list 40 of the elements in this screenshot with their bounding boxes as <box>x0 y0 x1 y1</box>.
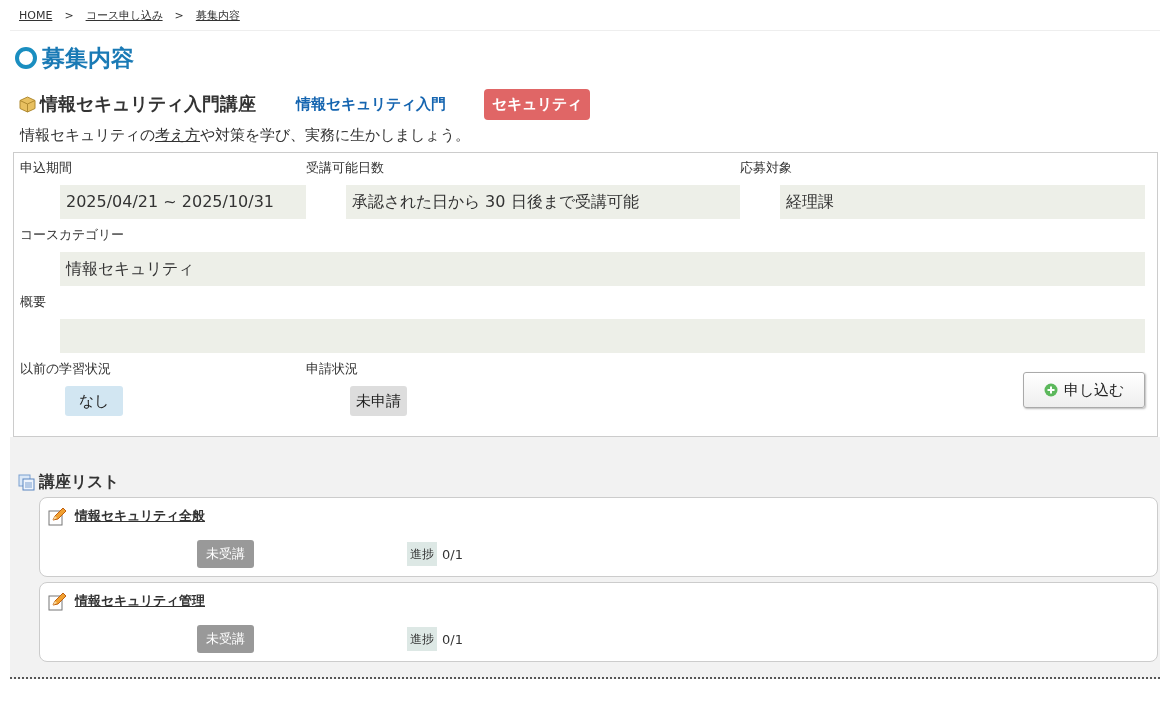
breadcrumb-separator: > <box>174 8 184 22</box>
course-subtitle-link[interactable]: 情報セキュリティ入門 <box>296 94 446 114</box>
course-title: 情報セキュリティ入門講座 <box>40 92 256 116</box>
field-value: 承認された日から 30 日後まで受講可能 <box>346 185 740 219</box>
field-value: 2025/04/21 ~ 2025/10/31 <box>60 185 306 219</box>
field-label: 概要 <box>20 293 47 311</box>
progress-value: 0/1 <box>442 546 463 562</box>
breadcrumb-separator: > <box>64 8 74 22</box>
status-badge: なし <box>65 386 123 416</box>
status-badge: 未申請 <box>350 386 407 416</box>
status-badge: 未受講 <box>197 625 254 653</box>
breadcrumb-link[interactable]: コース申し込み <box>85 7 163 23</box>
box-icon <box>19 95 36 113</box>
progress-label: 進捗 <box>407 627 437 651</box>
apply-button[interactable]: 申し込む <box>1023 372 1145 408</box>
breadcrumb-link[interactable]: HOME <box>19 8 53 22</box>
breadcrumb-link[interactable]: 募集内容 <box>195 7 240 23</box>
page-title: 募集内容 <box>42 43 134 73</box>
field-value: 情報セキュリティ <box>60 252 1145 286</box>
field-label: 申込期間 <box>20 159 73 177</box>
field-label: 申請状況 <box>306 360 359 378</box>
field-label: 受講可能日数 <box>306 159 385 177</box>
pencil-icon <box>48 591 67 611</box>
field-label: 応募対象 <box>740 159 793 177</box>
field-label: 以前の学習状況 <box>20 360 112 378</box>
plus-icon <box>1044 383 1058 397</box>
description-link[interactable]: 考え方 <box>155 126 200 144</box>
ring-icon <box>14 46 38 70</box>
lesson-link[interactable]: 情報セキュリティ管理 <box>75 592 205 610</box>
section-heading: 講座リスト <box>39 471 119 493</box>
field-label: コースカテゴリー <box>20 226 125 244</box>
pencil-icon <box>48 506 67 526</box>
documents-icon <box>18 473 35 491</box>
progress-label: 進捗 <box>407 542 437 566</box>
category-tag: セキュリティ <box>484 88 590 120</box>
status-badge: 未受講 <box>197 540 254 568</box>
lesson-link[interactable]: 情報セキュリティ全般 <box>75 507 205 525</box>
course-description: 情報セキュリティの考え方や対策を学び、実務に生かしましょう。 <box>18 125 471 146</box>
field-value: 経理課 <box>780 185 1145 219</box>
progress-value: 0/1 <box>442 631 463 647</box>
